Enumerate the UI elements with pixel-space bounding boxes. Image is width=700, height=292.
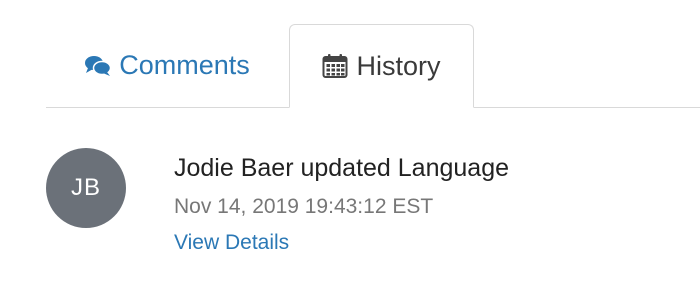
history-entry: JB Jodie Baer updated Language Nov 14, 2…	[46, 148, 686, 268]
history-entry-body: Jodie Baer updated Language Nov 14, 2019…	[174, 148, 509, 254]
tab-comments-label: Comments	[119, 50, 250, 80]
tab-comments[interactable]: Comments	[46, 24, 289, 107]
history-entry-timestamp: Nov 14, 2019 19:43:12 EST	[174, 195, 434, 218]
history-entry-title: Jodie Baer updated Language	[174, 154, 510, 182]
view-details-link[interactable]: View Details	[174, 232, 289, 253]
tab-history[interactable]: History	[289, 24, 474, 108]
comments-icon	[85, 55, 112, 77]
history-panel: Comments History JB Jodie Baer updated L…	[0, 0, 700, 292]
tab-history-label: History	[356, 50, 441, 81]
avatar: JB	[46, 148, 126, 228]
calendar-icon	[322, 53, 348, 79]
tab-bar: Comments History	[46, 24, 700, 108]
